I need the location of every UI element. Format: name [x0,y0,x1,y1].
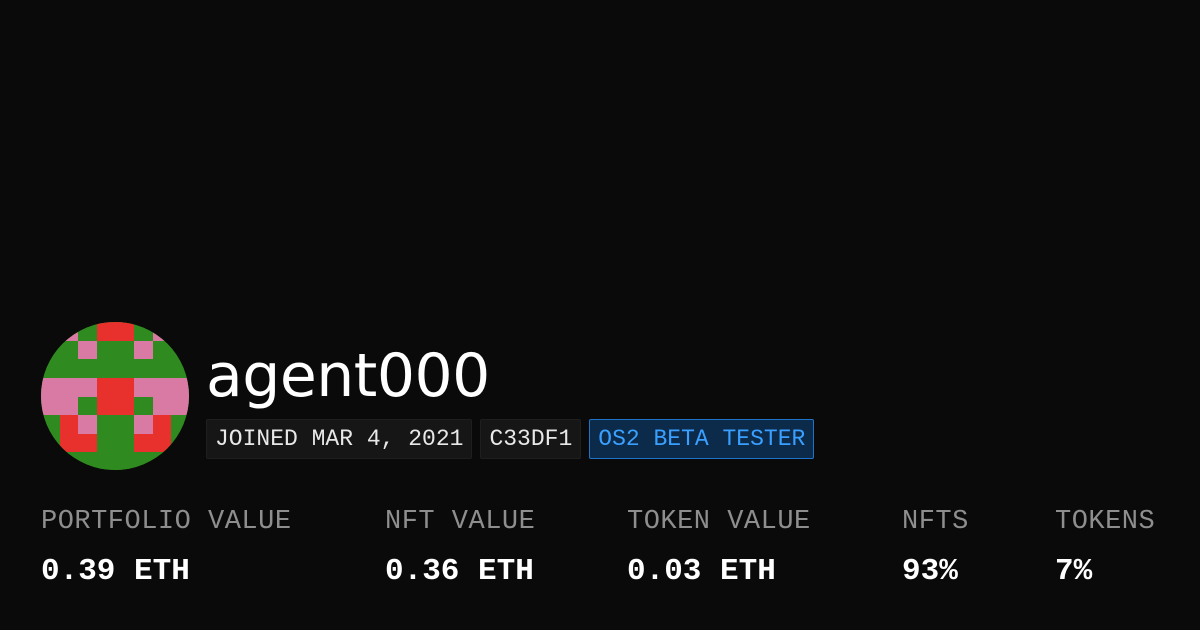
username: agent000 [206,341,490,411]
stat-label: TOKENS [1055,507,1156,537]
beta-tester-badge: OS2 BETA TESTER [589,419,815,459]
stat-value: 93% [902,554,958,589]
wallet-address-badge[interactable]: C33DF1 [480,419,582,459]
stat-label: PORTFOLIO VALUE [41,507,292,537]
stat-value: 0.36 ETH [385,554,534,589]
stat-value: 7% [1055,554,1093,589]
stat-nft-value: NFT VALUE 0.36 ETH [385,505,535,590]
stat-tokens-share: TOKENS 7% [1055,505,1155,590]
stat-value: 0.03 ETH [627,554,776,589]
profile-badges: JOINED MAR 4, 2021 C33DF1 OS2 BETA TESTE… [206,419,815,459]
stat-label: TOKEN VALUE [627,507,811,537]
joined-date-badge: JOINED MAR 4, 2021 [206,419,473,459]
avatar [41,322,189,470]
stat-label: NFT VALUE [385,507,536,537]
stat-nfts-share: NFTS 93% [902,505,969,590]
stat-label: NFTS [902,507,969,537]
pixel-identicon-icon [41,322,189,470]
stat-portfolio-value: PORTFOLIO VALUE 0.39 ETH [41,505,292,590]
stat-value: 0.39 ETH [41,554,190,589]
stat-token-value: TOKEN VALUE 0.03 ETH [627,505,811,590]
